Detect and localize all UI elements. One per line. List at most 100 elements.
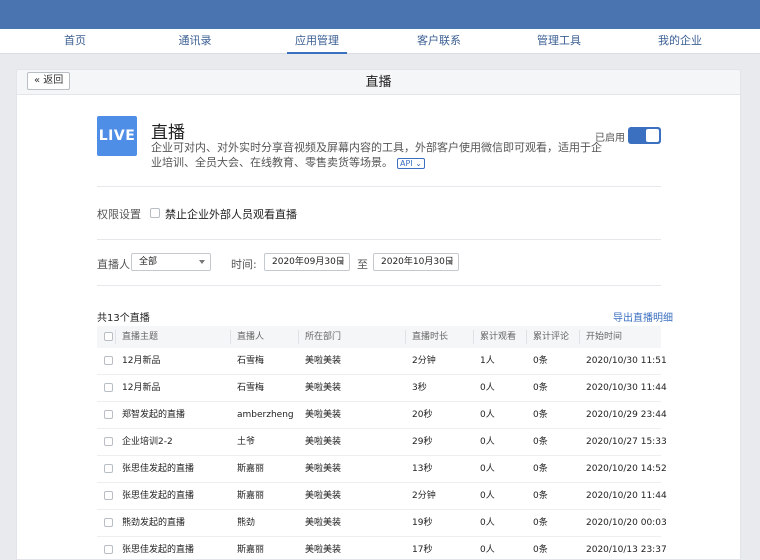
nav-item-home[interactable]: 首页 — [40, 29, 110, 54]
cell-host: 斯嘉丽 — [237, 491, 265, 501]
cell-comments: 0条 — [533, 491, 548, 501]
row-checkbox[interactable] — [104, 491, 113, 500]
cell-views: 0人 — [480, 545, 495, 555]
row-checkbox[interactable] — [104, 464, 113, 473]
column-separator — [473, 330, 474, 344]
card-header: « 返回 直播 — [17, 70, 740, 95]
live-app-card: « 返回 直播 LIVE 直播 企业可对内、对外实时分享音视频及屏幕内容的工具，… — [16, 69, 741, 560]
api-link[interactable]: API ⌄ — [397, 157, 425, 169]
cell-host: 斯嘉丽 — [237, 545, 265, 555]
column-separator — [405, 330, 406, 344]
cell-comments: 0条 — [533, 437, 548, 447]
host-select[interactable]: 全部 — [131, 253, 211, 271]
cell-department: 美啦美装 — [305, 437, 342, 447]
column-header-topic: 直播主题 — [122, 332, 159, 342]
table-header: 直播主题 直播人 所在部门 直播时长 累计观看 累计评论 开始时间 — [97, 326, 661, 348]
cell-department: 美啦美装 — [305, 356, 342, 366]
row-checkbox[interactable] — [104, 545, 113, 554]
table-row[interactable]: 12月新品 石雪梅 美啦美装 2分钟 1人 0条 2020/10/30 11:51 — [97, 348, 667, 375]
table-row[interactable]: 熊劲发起的直播 熊劲 美啦美装 19秒 0人 0条 2020/10/20 00:03 — [97, 510, 667, 537]
row-checkbox[interactable] — [104, 383, 113, 392]
row-checkbox[interactable] — [104, 356, 113, 365]
cell-topic: 熊劲发起的直播 — [122, 518, 186, 528]
divider — [97, 239, 661, 240]
cell-host: 石雪梅 — [237, 356, 265, 366]
cell-topic: 12月新品 — [122, 356, 161, 366]
table-row[interactable]: 张思佳发起的直播 斯嘉丽 美啦美装 17秒 0人 0条 2020/10/13 23:37 — [97, 537, 667, 559]
host-filter-label: 直播人: — [97, 258, 134, 271]
page-title: 直播 — [365, 75, 392, 90]
app-description-text: 企业可对内、对外实时分享音视频及屏幕内容的工具，外部客户使用微信即可观看，适用于… — [151, 141, 602, 169]
table-row[interactable]: 张思佳发起的直播 斯嘉丽 美啦美装 13秒 0人 0条 2020/10/20 14:52 — [97, 456, 667, 483]
cell-department: 美啦美装 — [305, 410, 342, 420]
table-row[interactable]: 张思佳发起的直播 斯嘉丽 美啦美装 2分钟 0人 0条 2020/10/20 11:44 — [97, 483, 667, 510]
column-header-views: 累计观看 — [480, 332, 517, 342]
cell-duration: 3秒 — [412, 383, 427, 393]
nav-item-customer-contact[interactable]: 客户联系 — [404, 29, 474, 54]
nav-item-contacts[interactable]: 通讯录 — [160, 29, 230, 54]
host-select-value: 全部 — [139, 257, 158, 267]
cell-start-time: 2020/10/30 11:44 — [586, 383, 667, 393]
cell-start-time: 2020/10/20 00:03 — [586, 518, 667, 528]
app-description: 企业可对内、对外实时分享音视频及屏幕内容的工具，外部客户使用微信即可观看，适用于… — [151, 140, 606, 170]
cell-host: amberzheng — [237, 410, 294, 420]
end-date-select[interactable]: 2020年10月30日 — [373, 253, 459, 271]
cell-department: 美啦美装 — [305, 518, 342, 528]
column-header-department: 所在部门 — [305, 332, 342, 342]
cell-host: 土爷 — [237, 437, 256, 447]
cell-start-time: 2020/10/13 23:37 — [586, 545, 667, 555]
row-checkbox[interactable] — [104, 518, 113, 527]
cell-start-time: 2020/10/27 15:33 — [586, 437, 667, 447]
cell-comments: 0条 — [533, 410, 548, 420]
table-row[interactable]: 企业培训2-2 土爷 美啦美装 29秒 0人 0条 2020/10/27 15:33 — [97, 429, 667, 456]
cell-views: 0人 — [480, 437, 495, 447]
cell-views: 0人 — [480, 464, 495, 474]
live-app-logo: LIVE — [97, 116, 137, 156]
block-external-viewers-checkbox[interactable] — [150, 208, 160, 218]
cell-department: 美啦美装 — [305, 491, 342, 501]
column-separator — [298, 330, 299, 344]
enable-toggle[interactable] — [628, 127, 661, 144]
export-details-link[interactable]: 导出直播明细 — [613, 309, 673, 324]
column-separator — [526, 330, 527, 344]
cell-topic: 张思佳发起的直播 — [122, 545, 195, 555]
nav-item-admin-tools[interactable]: 管理工具 — [524, 29, 594, 54]
cell-topic: 张思佳发起的直播 — [122, 491, 195, 501]
chevron-down-icon — [199, 260, 205, 264]
cell-comments: 0条 — [533, 545, 548, 555]
start-date-select[interactable]: 2020年09月30日 — [264, 253, 350, 271]
nav-item-my-enterprise[interactable]: 我的企业 — [645, 29, 715, 54]
cell-department: 美啦美装 — [305, 464, 342, 474]
cell-start-time: 2020/10/30 11:51 — [586, 356, 667, 366]
time-filter-label: 时间: — [231, 258, 257, 271]
cell-duration: 19秒 — [412, 518, 433, 528]
cell-duration: 2分钟 — [412, 356, 436, 366]
cell-duration: 20秒 — [412, 410, 433, 420]
start-date-value: 2020年09月30日 — [272, 257, 345, 267]
permissions-label: 权限设置 — [97, 208, 141, 221]
cell-comments: 0条 — [533, 383, 548, 393]
cell-duration: 2分钟 — [412, 491, 436, 501]
cell-department: 美啦美装 — [305, 383, 342, 393]
cell-department: 美啦美装 — [305, 545, 342, 555]
toggle-knob — [646, 129, 659, 142]
cell-views: 1人 — [480, 356, 495, 366]
divider — [97, 186, 661, 187]
column-header-host: 直播人 — [237, 332, 265, 342]
row-checkbox[interactable] — [104, 437, 113, 446]
cell-host: 斯嘉丽 — [237, 464, 265, 474]
cell-comments: 0条 — [533, 464, 548, 474]
row-checkbox[interactable] — [104, 410, 113, 419]
divider — [97, 285, 661, 286]
table-row[interactable]: 12月新品 石雪梅 美啦美装 3秒 0人 0条 2020/10/30 11:44 — [97, 375, 667, 402]
column-header-start-time: 开始时间 — [586, 332, 623, 342]
cell-host: 石雪梅 — [237, 383, 265, 393]
main-nav: 首页 通讯录 应用管理 客户联系 管理工具 我的企业 — [0, 29, 760, 54]
column-separator — [579, 330, 580, 344]
end-date-value: 2020年10月30日 — [381, 257, 454, 267]
table-row[interactable]: 郑智发起的直播 amberzheng 美啦美装 20秒 0人 0条 2020/10/29 2… — [97, 402, 667, 429]
select-all-checkbox[interactable] — [104, 332, 113, 341]
nav-item-app-management[interactable]: 应用管理 — [287, 29, 347, 54]
cell-start-time: 2020/10/20 14:52 — [586, 464, 667, 474]
cell-topic: 郑智发起的直播 — [122, 410, 186, 420]
